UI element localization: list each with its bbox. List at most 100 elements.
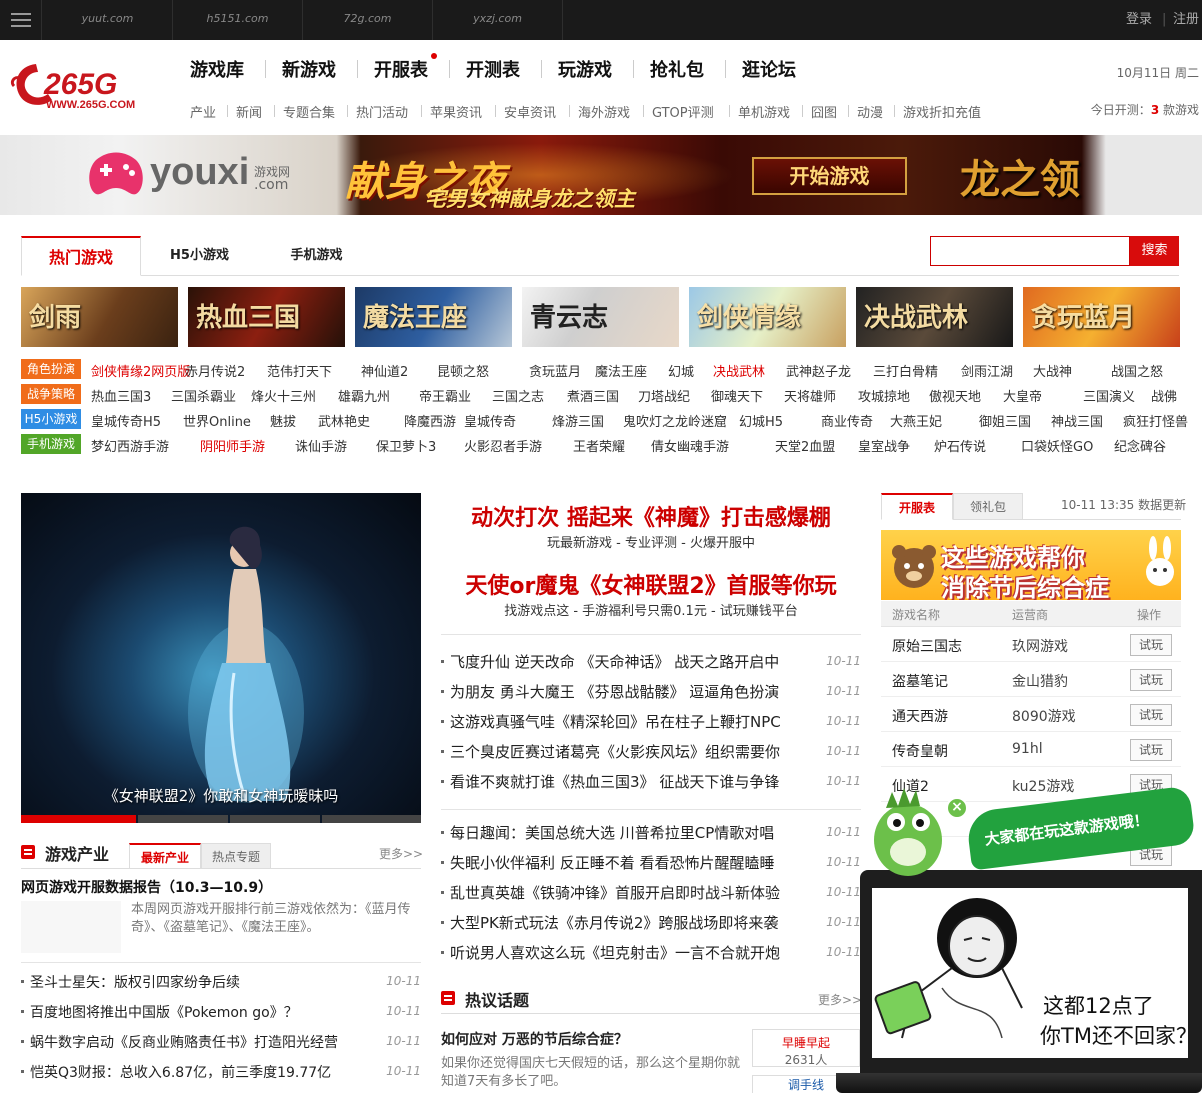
site-link-yuut[interactable]: yuut.com [43, 0, 173, 40]
tab-mobile-games[interactable]: 手机游戏 [258, 236, 375, 276]
game-thumb-6[interactable]: 决战武林 [856, 287, 1013, 347]
game-thumb-3[interactable]: 魔法王座 [355, 287, 512, 347]
game-link[interactable]: 刀塔战纪 [638, 386, 690, 405]
game-link[interactable]: 三打白骨精 [873, 361, 938, 380]
game-link[interactable]: 剑侠情缘2网页版 [91, 361, 190, 380]
news-title[interactable]: 百度地图将推出中国版《Pokemon go》？ [30, 1002, 298, 1022]
tab-latest-industry[interactable]: 最新产业 [129, 843, 201, 869]
news-item[interactable]: 大型PK新式玩法《赤月传说2》跨服战场即将来袭 10-11 [441, 912, 861, 936]
try-play-button[interactable]: 试玩 [1130, 669, 1172, 691]
game-link[interactable]: 赤月传说2 [185, 361, 245, 380]
news-title[interactable]: 听说男人喜欢这么玩《坦克射击》一言不合就开炮 [450, 942, 780, 963]
server-game-name[interactable]: 通天西游 [892, 706, 948, 726]
game-link[interactable]: 战佛 [1151, 386, 1177, 405]
news-title[interactable]: 看谁不爽就打谁《热血三国3》 征战天下谁与争锋 [450, 771, 779, 792]
subnav-industry[interactable]: 产业 [190, 102, 216, 121]
subnav-single-player[interactable]: 单机游戏 [738, 102, 790, 121]
server-game-name[interactable]: 传奇皇朝 [892, 741, 948, 761]
industry-lead-image[interactable] [21, 901, 121, 953]
game-link[interactable]: 鬼吹灯之龙岭迷窟 [623, 411, 727, 430]
news-item[interactable]: 这游戏真骚气哇《精深轮回》吊在柱子上鞭打NPC 10-11 [441, 711, 861, 735]
game-link[interactable]: 阴阳师手游 [200, 436, 265, 455]
news-title[interactable]: 这游戏真骚气哇《精深轮回》吊在柱子上鞭打NPC [450, 711, 781, 732]
game-category-tag[interactable]: 角色扮演 [21, 359, 81, 379]
game-link[interactable]: 决战武林 [713, 361, 765, 380]
game-link[interactable]: 天将雄师 [784, 386, 836, 405]
game-category-tag[interactable]: H5小游戏 [21, 409, 81, 429]
slide-indicator[interactable] [138, 815, 228, 823]
subnav-discount[interactable]: 游戏折扣充值 [903, 102, 981, 121]
news-item[interactable]: 失眠小伙伴福利 反正睡不着 看看恐怖片醒醒瞌睡 10-11 [441, 852, 861, 876]
nav-new-games[interactable]: 新游戏 [282, 56, 336, 82]
news-item[interactable]: 飞度升仙 逆天改命 《天命神话》 战天之路开启中 10-11 [441, 651, 861, 675]
game-link[interactable]: 世界Online [183, 411, 251, 430]
game-link[interactable]: 倩女幽魂手游 [651, 436, 729, 455]
try-play-button[interactable]: 试玩 [1130, 739, 1172, 761]
search-button[interactable]: 搜索 [1130, 236, 1179, 266]
site-link-72g[interactable]: 72g.com [303, 0, 433, 40]
game-link[interactable]: 攻城掠地 [858, 386, 910, 405]
news-title[interactable]: 恺英Q3财报：总收入6.87亿，前三季度19.77亿 [30, 1062, 331, 1082]
headline-2-sub[interactable]: 找游戏点这 - 手游福利号只需0.1元 - 试玩赚钱平台 [441, 600, 861, 619]
subnav-android[interactable]: 安卓资讯 [504, 102, 556, 121]
subnav-overseas[interactable]: 海外游戏 [578, 102, 630, 121]
game-link[interactable]: 皇城传奇 [464, 411, 516, 430]
game-link[interactable]: 三国演义 [1083, 386, 1135, 405]
game-link[interactable]: 皇城传奇H5 [91, 411, 161, 430]
game-category-tag[interactable]: 战争策略 [21, 384, 81, 404]
game-category-tag[interactable]: 手机游戏 [21, 434, 81, 454]
game-link[interactable]: 皇室战争 [858, 436, 910, 455]
feature-slideshow[interactable]: 《女神联盟2》你敢和女神玩暧昧吗 [21, 493, 421, 823]
game-link[interactable]: 降魔西游 [404, 411, 456, 430]
subnav-funny-pics[interactable]: 囧图 [811, 102, 837, 121]
game-link[interactable]: 神战三国 [1051, 411, 1103, 430]
game-link[interactable]: 煮酒三国 [567, 386, 619, 405]
game-link[interactable]: 贪玩蓝月 [529, 361, 581, 380]
server-game-name[interactable]: 盗墓笔记 [892, 671, 948, 691]
topic-title[interactable]: 如何应对 万恶的节后综合症？ [441, 1029, 628, 1049]
game-link[interactable]: 热血三国3 [91, 386, 151, 405]
game-link[interactable]: 疯狂打怪兽 [1123, 411, 1188, 430]
news-item[interactable]: 每日趣闻：美国总统大选 川普希拉里CP情歌对唱 10-11 [441, 822, 861, 846]
server-promo-banner[interactable]: 这些游戏帮你 消除节后综合症 [881, 530, 1181, 600]
tab-hot-topics[interactable]: 热点专题 [201, 843, 271, 869]
news-item[interactable]: 恺英Q3财报：总收入6.87亿，前三季度19.77亿 10-11 [21, 1062, 421, 1084]
news-title[interactable]: 每日趣闻：美国总统大选 川普希拉里CP情歌对唱 [450, 822, 774, 843]
news-title[interactable]: 飞度升仙 逆天改命 《天命神话》 战天之路开启中 [450, 651, 779, 672]
industry-more-link[interactable]: 更多>> [379, 845, 423, 862]
site-link-yxzj[interactable]: yxzj.com [433, 0, 563, 40]
news-item[interactable]: 圣斗士星矢：版权引四家纷争后续 10-11 [21, 972, 421, 994]
tab-hot-games[interactable]: 热门游戏 [21, 236, 141, 276]
headline-2[interactable]: 天使or魔鬼《女神联盟2》首服等你玩 [441, 568, 861, 600]
game-link[interactable]: 魅拔 [270, 411, 296, 430]
login-link[interactable]: 登录 [1126, 0, 1152, 40]
game-link[interactable]: 纪念碑谷 [1114, 436, 1166, 455]
try-play-button[interactable]: 试玩 [1130, 704, 1172, 726]
news-item[interactable]: 为朋友 勇斗大魔王 《芬恩战骷髅》 逗逼角色扮演 10-11 [441, 681, 861, 705]
nav-play-games[interactable]: 玩游戏 [558, 56, 612, 82]
game-link[interactable]: 范伟打天下 [267, 361, 332, 380]
headline-1[interactable]: 动次打次 摇起来《神魔》打击感爆棚 [441, 500, 861, 532]
site-link-h5151[interactable]: h5151.com [173, 0, 303, 40]
game-link[interactable]: 商业传奇 [821, 411, 873, 430]
slide-indicator[interactable] [230, 815, 320, 823]
game-link[interactable]: 烽游三国 [552, 411, 604, 430]
headline-1-sub[interactable]: 玩最新游戏 - 专业评测 - 火爆开服中 [441, 532, 861, 551]
game-link[interactable]: 口袋妖怪GO [1021, 436, 1093, 455]
game-link[interactable]: 武林艳史 [318, 411, 370, 430]
server-game-name[interactable]: 原始三国志 [892, 636, 962, 656]
news-title[interactable]: 为朋友 勇斗大魔王 《芬恩战骷髅》 逗逼角色扮演 [450, 681, 779, 702]
game-link[interactable]: 大战神 [1033, 361, 1072, 380]
game-link[interactable]: 傲视天地 [929, 386, 981, 405]
nav-server-schedule[interactable]: 开服表 [374, 56, 428, 82]
search-input[interactable] [930, 236, 1130, 266]
industry-lead-title[interactable]: 网页游戏开服数据报告（10.3—10.9） [21, 877, 272, 897]
slide-indicator-active[interactable] [21, 815, 136, 823]
subnav-collections[interactable]: 专题合集 [283, 102, 335, 121]
floating-laptop-ad[interactable]: 这都12点了 你TM还不回家？ [836, 865, 1202, 1093]
game-link[interactable]: 三国杀霸业 [171, 386, 236, 405]
news-item[interactable]: 乱世真英雄《铁骑冲锋》首服开启即时战斗新体验 10-11 [441, 882, 861, 906]
site-logo[interactable]: 265G WWW.265G.COM [10, 60, 170, 114]
game-thumb-1[interactable]: 剑雨 [21, 287, 178, 347]
game-thumb-5[interactable]: 剑侠情缘 [689, 287, 846, 347]
